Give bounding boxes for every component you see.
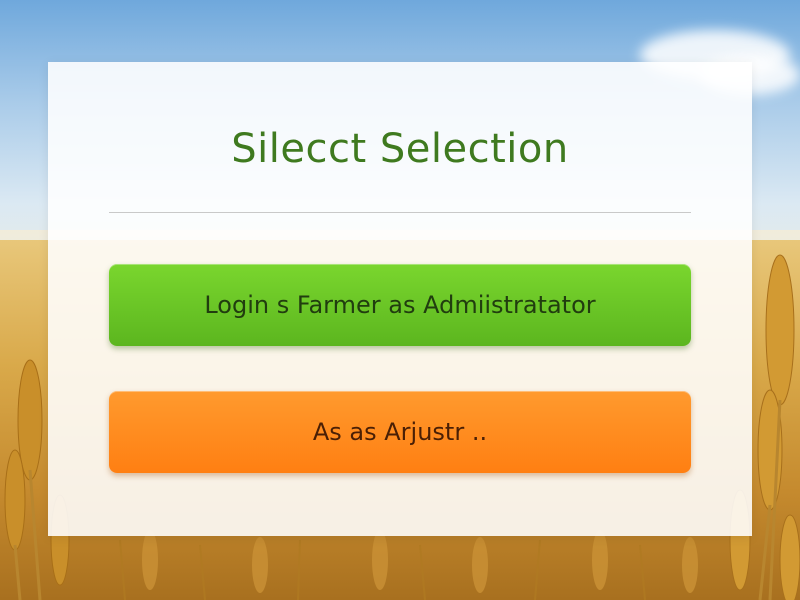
page-title: Silecct Selection: [231, 126, 569, 172]
title-divider: [109, 212, 691, 213]
login-farmer-admin-button[interactable]: Login s Farmer as Admiistratator: [109, 264, 691, 346]
adjuster-button[interactable]: As as Arjustr ..: [109, 391, 691, 473]
login-farmer-admin-button-label: Login s Farmer as Admiistratator: [204, 291, 596, 319]
adjuster-button-label: As as Arjustr ..: [312, 418, 488, 446]
